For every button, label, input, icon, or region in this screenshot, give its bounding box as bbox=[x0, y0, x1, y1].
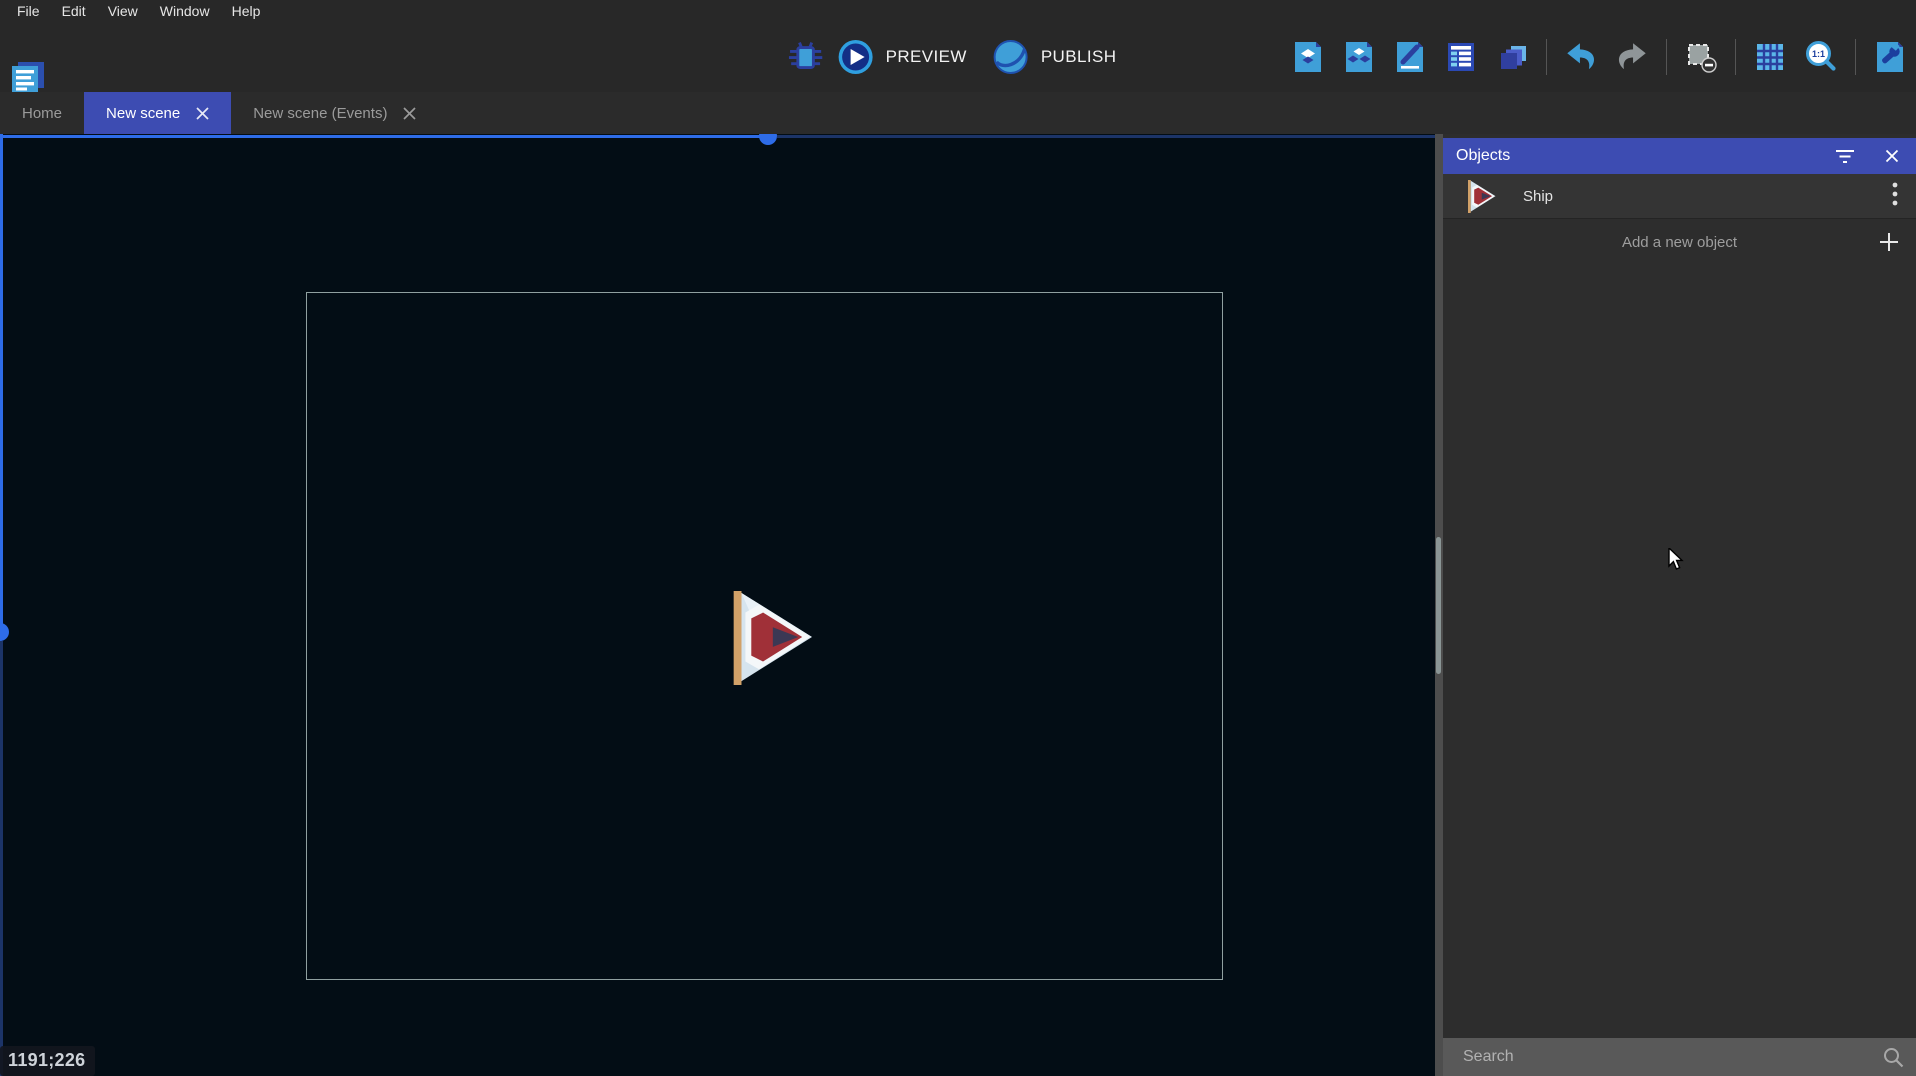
redo-icon[interactable] bbox=[1612, 37, 1652, 77]
toolbar-separator bbox=[1666, 39, 1667, 75]
scene-editor-canvas[interactable]: 1191;226 bbox=[0, 134, 1435, 1076]
object-options-icon[interactable] bbox=[1874, 176, 1916, 217]
add-object-row[interactable]: Add a new object bbox=[1443, 220, 1916, 265]
objects-panel: Objects bbox=[1443, 134, 1916, 1076]
properties-icon[interactable] bbox=[1390, 37, 1430, 77]
close-panel-icon[interactable] bbox=[1881, 145, 1903, 167]
close-tab-icon[interactable] bbox=[196, 107, 209, 120]
horizontal-scrollbar-handle[interactable] bbox=[759, 134, 777, 145]
close-tab-icon[interactable] bbox=[403, 107, 416, 120]
project-manager-icon[interactable] bbox=[8, 56, 48, 96]
objects-search-bar bbox=[1443, 1038, 1916, 1076]
publish-button[interactable]: PUBLISH bbox=[1041, 47, 1117, 67]
menu-bar: File Edit View Window Help bbox=[0, 0, 1916, 22]
horizontal-scrollbar-track[interactable] bbox=[0, 135, 760, 138]
preview-button[interactable]: PREVIEW bbox=[886, 47, 967, 67]
add-object-plus-icon[interactable] bbox=[1879, 232, 1899, 257]
menu-window[interactable]: Window bbox=[149, 1, 221, 21]
deselect-instances-icon[interactable] bbox=[1681, 37, 1721, 77]
tab-new-scene[interactable]: New scene bbox=[84, 92, 231, 134]
search-input[interactable] bbox=[1443, 1038, 1916, 1076]
objects-panel-title: Objects bbox=[1456, 147, 1831, 165]
toolbar: PREVIEW PUBLISH bbox=[0, 22, 1916, 92]
object-row-ship[interactable]: Ship bbox=[1443, 174, 1916, 219]
debug-icon[interactable] bbox=[786, 37, 826, 77]
reset-zoom-icon[interactable]: 1:1 bbox=[1801, 37, 1841, 77]
ship-sprite-icon bbox=[1461, 180, 1497, 213]
ship-instance[interactable] bbox=[716, 591, 814, 690]
panel-splitter[interactable] bbox=[1435, 134, 1443, 1076]
menu-view[interactable]: View bbox=[97, 1, 149, 21]
instances-list-icon[interactable] bbox=[1441, 37, 1481, 77]
tab-new-scene-events[interactable]: New scene (Events) bbox=[231, 92, 438, 134]
filter-icon[interactable] bbox=[1831, 145, 1859, 168]
cursor-coordinates: 1191;226 bbox=[0, 1046, 95, 1076]
layers-icon[interactable] bbox=[1492, 37, 1532, 77]
vertical-scrollbar-track[interactable] bbox=[0, 134, 3, 624]
menu-help[interactable]: Help bbox=[221, 1, 272, 21]
objects-editor-icon[interactable] bbox=[1288, 37, 1328, 77]
objects-panel-header: Objects bbox=[1443, 138, 1916, 174]
tab-home[interactable]: Home bbox=[0, 92, 84, 134]
tab-bar: Home New scene New scene (Events) bbox=[0, 92, 1916, 134]
main-area: 1191;226 Objects bbox=[0, 134, 1916, 1076]
splitter-scrollbar-thumb[interactable] bbox=[1436, 537, 1441, 674]
toggle-grid-icon[interactable] bbox=[1750, 37, 1790, 77]
gdevelop-window: File Edit View Window Help bbox=[0, 0, 1916, 1076]
menu-edit[interactable]: Edit bbox=[51, 1, 97, 21]
object-groups-icon[interactable] bbox=[1339, 37, 1379, 77]
vertical-scrollbar-track[interactable] bbox=[0, 641, 3, 1076]
object-name: Ship bbox=[1523, 188, 1874, 205]
toolbar-separator bbox=[1735, 39, 1736, 75]
menu-file[interactable]: File bbox=[6, 1, 51, 21]
toolbar-separator bbox=[1546, 39, 1547, 75]
tab-label: Home bbox=[22, 105, 62, 122]
undo-icon[interactable] bbox=[1561, 37, 1601, 77]
horizontal-scrollbar-track[interactable] bbox=[777, 135, 1435, 138]
tab-label: New scene bbox=[106, 105, 180, 122]
editor-settings-icon[interactable] bbox=[1870, 37, 1910, 77]
tab-label: New scene (Events) bbox=[253, 105, 387, 122]
preview-play-icon[interactable] bbox=[836, 37, 876, 77]
add-object-label: Add a new object bbox=[1443, 220, 1916, 265]
publish-globe-icon[interactable] bbox=[991, 37, 1031, 77]
toolbar-separator bbox=[1855, 39, 1856, 75]
search-icon bbox=[1883, 1047, 1904, 1073]
vertical-scrollbar-handle[interactable] bbox=[0, 623, 9, 641]
reset-zoom-label: 1:1 bbox=[1812, 49, 1825, 59]
